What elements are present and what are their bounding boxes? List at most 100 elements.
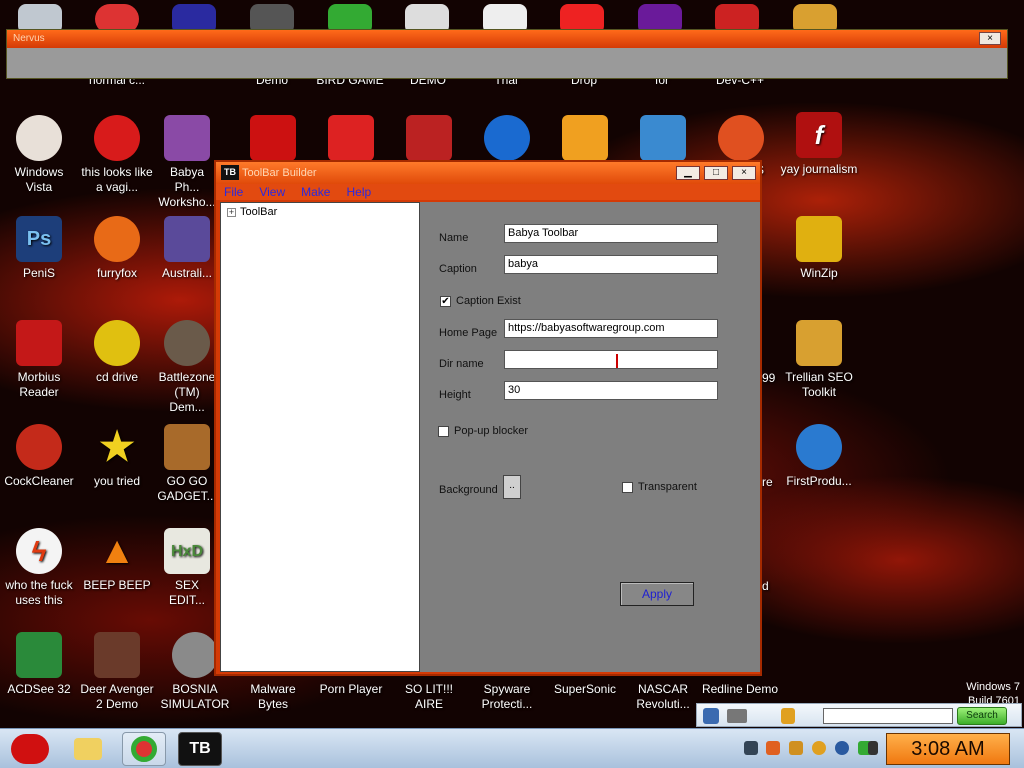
sail-icon[interactable] [483, 4, 527, 30]
caption-exist-checkbox[interactable]: ✔ Caption Exist [440, 295, 521, 307]
bird-icon[interactable] [328, 4, 372, 30]
angry-bird-icon [250, 115, 296, 161]
desktop-icon[interactable]: f yay journalism [780, 112, 858, 177]
transparent-checkbox[interactable]: Transparent [622, 481, 697, 493]
desktop-icon[interactable] [234, 115, 312, 165]
menu-view[interactable]: View [259, 184, 285, 200]
desktop-icon[interactable]: Windows Vista [0, 115, 78, 195]
desktop-icon[interactable]: Ps PeniS [0, 216, 78, 281]
tv-icon[interactable] [172, 4, 216, 30]
minimize-button[interactable]: ▁ [676, 166, 700, 180]
close-button[interactable]: × [732, 166, 756, 180]
desktop-icon[interactable] [468, 115, 546, 165]
desktop-icon[interactable]: Morbius Reader [0, 320, 78, 400]
desktop-icon[interactable]: SO LIT!!! AIRE [390, 682, 468, 712]
tray-defender-icon[interactable] [835, 741, 849, 755]
crosshair-icon[interactable] [250, 4, 294, 30]
caption-label: Caption [439, 263, 477, 275]
desktop-icon[interactable]: Porn Player [312, 682, 390, 697]
taskbar-clock[interactable]: 3:08 AM [886, 733, 1010, 765]
menu-make[interactable]: Make [301, 184, 330, 200]
icon-label: Spyware Protecti... [481, 682, 533, 711]
icon-label: yay journalism [780, 162, 858, 176]
desktop-icon[interactable] [624, 115, 702, 165]
desktop-icon[interactable] [312, 115, 390, 165]
document-icon[interactable] [405, 4, 449, 30]
caption-input[interactable]: babya [504, 255, 718, 274]
toolbar-logo-icon[interactable] [703, 708, 719, 724]
yahoo-icon[interactable] [638, 4, 682, 30]
tray-app-icon[interactable] [789, 741, 803, 755]
dir-name-input[interactable] [504, 350, 718, 369]
desktop-icon[interactable]: ▲ BEEP BEEP [78, 528, 156, 593]
name-input[interactable]: Babya Toolbar [504, 224, 718, 243]
toolbar-search-button[interactable]: Search [957, 707, 1007, 725]
checkbox-unchecked-icon[interactable] [622, 481, 633, 493]
taskbar-explorer[interactable] [66, 732, 110, 766]
maximize-button[interactable]: □ [704, 166, 728, 180]
desktop-icon[interactable]: ϟ who the fuck uses this [0, 528, 78, 608]
checkbox-unchecked-icon[interactable] [438, 425, 449, 437]
ccleaner-icon [16, 424, 62, 470]
desktop-icon[interactable]: HxD SEX EDIT... [156, 528, 218, 608]
desktop-icon[interactable]: Malware Bytes [234, 682, 312, 712]
desktop-icon[interactable]: Spyware Protecti... [468, 682, 546, 712]
background-browse-button[interactable]: .. [503, 475, 521, 499]
apply-button[interactable]: Apply [620, 582, 694, 606]
toolbar-search-input[interactable] [823, 708, 953, 724]
toolbar-tool-icon[interactable] [727, 709, 747, 723]
icon-label: CockCleaner [4, 474, 74, 488]
desktop-icon[interactable] [390, 115, 468, 165]
desktop-icon[interactable]: Redline Demo [701, 682, 779, 702]
start-button[interactable] [4, 732, 56, 766]
desktop-icon[interactable] [546, 115, 624, 165]
pencil-icon[interactable] [793, 4, 837, 30]
desktop-icon[interactable]: Trellian SEO Toolkit [780, 320, 858, 400]
taskbar-toolbar-builder[interactable]: TB [178, 732, 222, 766]
desktop-icon[interactable]: Deer Avenger 2 Demo [78, 632, 156, 712]
desktop-icon[interactable]: this looks like a vagi... [78, 115, 156, 195]
tb-logo-icon: TB [189, 740, 211, 757]
desktop-icon[interactable]: CockCleaner [0, 424, 78, 489]
orange-bar-close-button[interactable]: × [979, 32, 1001, 45]
desktop-icon[interactable]: SuperSonic [546, 682, 624, 697]
icon-label: Battlezone (TM) Dem... [158, 370, 216, 414]
desktop-icon[interactable] [702, 115, 780, 165]
tray-flag-icon[interactable] [766, 741, 780, 755]
checkbox-checked-icon[interactable]: ✔ [440, 295, 451, 307]
taskbar-chrome[interactable] [122, 732, 166, 766]
tree-item-toolbar[interactable]: + ToolBar [227, 206, 277, 218]
icon-label: SO LIT!!! AIRE [404, 682, 453, 711]
dir-name-label: Dir name [439, 358, 484, 370]
quicktime-icon [484, 115, 530, 161]
desktop-icon[interactable]: FirstProdu... [780, 424, 858, 489]
icon-label: Morbius Reader [17, 370, 61, 399]
desktop-icon[interactable]: Australi... [156, 216, 218, 281]
desktop-icon[interactable]: GO GO GADGET... [156, 424, 218, 504]
app-icon[interactable] [18, 4, 62, 30]
devcpp-icon[interactable] [715, 4, 759, 30]
menu-file[interactable]: File [224, 184, 243, 200]
chrome-icon[interactable] [95, 4, 139, 30]
desktop-icon[interactable]: furryfox [78, 216, 156, 281]
window-titlebar[interactable]: TB ToolBar Builder ▁ □ × [216, 162, 760, 184]
desktop-icon[interactable]: ACDSee 32 [0, 632, 78, 697]
drop-icon[interactable] [560, 4, 604, 30]
tray-network-icon[interactable] [744, 741, 758, 755]
desktop-icon[interactable]: Babya Ph... Worksho... [156, 115, 218, 210]
toolbar-runner-icon[interactable] [781, 708, 795, 724]
tray-search-icon[interactable] [812, 741, 826, 755]
home-page-input[interactable]: https://babyasoftwaregroup.com [504, 319, 718, 338]
height-input[interactable]: 30 [504, 381, 718, 400]
tray-volume-icon[interactable] [868, 741, 878, 755]
briefcase-icon [164, 424, 210, 470]
popup-blocker-checkbox[interactable]: Pop-up blocker [438, 425, 528, 437]
desktop-icon[interactable]: WinZip [780, 216, 858, 281]
desktop-icon[interactable]: cd drive [78, 320, 156, 385]
menu-help[interactable]: Help [346, 184, 371, 200]
toolbar-tree[interactable]: + ToolBar [220, 202, 420, 672]
desktop-icon[interactable]: ★ you tried [78, 424, 156, 489]
expand-icon[interactable]: + [227, 207, 236, 217]
desktop-icon[interactable]: NASCAR Revoluti... [624, 682, 702, 712]
desktop-icon[interactable]: Battlezone (TM) Dem... [156, 320, 218, 415]
